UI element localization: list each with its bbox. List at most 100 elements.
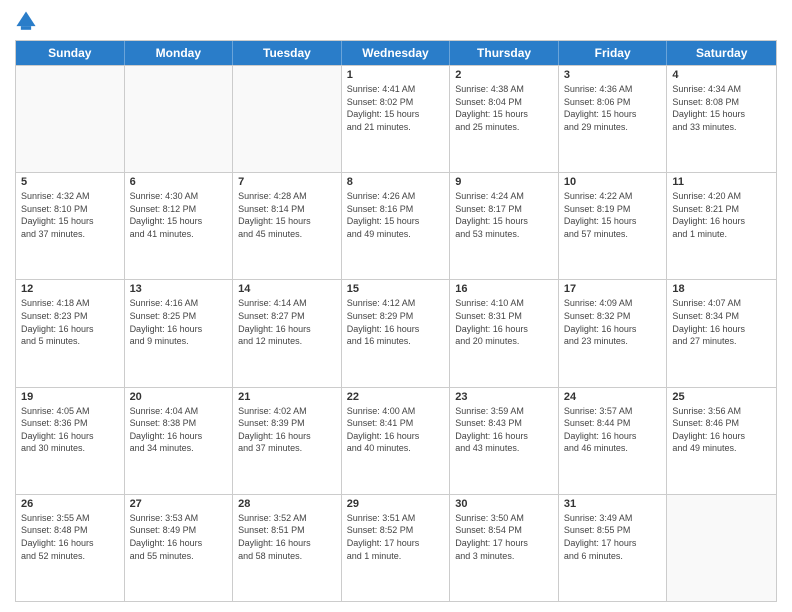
calendar-cell: 22 Sunrise: 4:00 AM Sunset: 8:41 PM Dayli… <box>342 388 451 494</box>
calendar-cell: 3 Sunrise: 4:36 AM Sunset: 8:06 PM Daylig… <box>559 66 668 172</box>
calendar-cell: 11 Sunrise: 4:20 AM Sunset: 8:21 PM Dayli… <box>667 173 776 279</box>
day-info: Sunrise: 4:34 AM Sunset: 8:08 PM Dayligh… <box>672 83 771 133</box>
day-info: Sunrise: 4:36 AM Sunset: 8:06 PM Dayligh… <box>564 83 662 133</box>
calendar-cell: 6Sunrise: 4:30 AM Sunset: 8:12 PM Daylig… <box>125 173 234 279</box>
day-number: 15 <box>347 283 445 295</box>
calendar-cell: 26Sunrise: 3:55 AM Sunset: 8:48 PM Dayli… <box>16 495 125 601</box>
calendar-row-4: 19 Sunrise: 4:05 AM Sunset: 8:36 PM Dayli… <box>16 387 776 494</box>
calendar-cell: 31 Sunrise: 3:49 AM Sunset: 8:55 PM Dayli… <box>559 495 668 601</box>
header-cell-sunday: Sunday <box>16 41 125 65</box>
day-info: Sunrise: 4:28 AM Sunset: 8:14 PM Dayligh… <box>238 190 336 240</box>
calendar-row-1: 1 Sunrise: 4:41 AM Sunset: 8:02 PM Daylig… <box>16 65 776 172</box>
calendar-cell <box>233 66 342 172</box>
day-info: Sunrise: 4:18 AM Sunset: 8:23 PM Dayligh… <box>21 297 119 347</box>
day-info: Sunrise: 4:16 AM Sunset: 8:25 PM Dayligh… <box>130 297 228 347</box>
day-number: 11 <box>672 176 771 188</box>
header-cell-saturday: Saturday <box>667 41 776 65</box>
calendar-cell: 2 Sunrise: 4:38 AM Sunset: 8:04 PM Daylig… <box>450 66 559 172</box>
calendar-cell: 27 Sunrise: 3:53 AM Sunset: 8:49 PM Dayli… <box>125 495 234 601</box>
day-number: 22 <box>347 391 445 403</box>
day-number: 31 <box>564 498 662 510</box>
day-number: 30 <box>455 498 553 510</box>
day-number: 20 <box>130 391 228 403</box>
day-number: 9 <box>455 176 553 188</box>
day-info: Sunrise: 4:41 AM Sunset: 8:02 PM Dayligh… <box>347 83 445 133</box>
day-number: 14 <box>238 283 336 295</box>
calendar-cell: 23 Sunrise: 3:59 AM Sunset: 8:43 PM Dayli… <box>450 388 559 494</box>
day-number: 19 <box>21 391 119 403</box>
header-cell-thursday: Thursday <box>450 41 559 65</box>
calendar-row-3: 12Sunrise: 4:18 AM Sunset: 8:23 PM Dayli… <box>16 279 776 386</box>
day-info: Sunrise: 4:04 AM Sunset: 8:38 PM Dayligh… <box>130 405 228 455</box>
calendar-cell: 30 Sunrise: 3:50 AM Sunset: 8:54 PM Dayli… <box>450 495 559 601</box>
calendar-cell: 7 Sunrise: 4:28 AM Sunset: 8:14 PM Daylig… <box>233 173 342 279</box>
calendar-cell: 25 Sunrise: 3:56 AM Sunset: 8:46 PM Dayli… <box>667 388 776 494</box>
header-cell-tuesday: Tuesday <box>233 41 342 65</box>
calendar-cell: 8 Sunrise: 4:26 AM Sunset: 8:16 PM Daylig… <box>342 173 451 279</box>
day-info: Sunrise: 4:02 AM Sunset: 8:39 PM Dayligh… <box>238 405 336 455</box>
calendar-cell: 1 Sunrise: 4:41 AM Sunset: 8:02 PM Daylig… <box>342 66 451 172</box>
day-info: Sunrise: 3:53 AM Sunset: 8:49 PM Dayligh… <box>130 512 228 562</box>
header-cell-monday: Monday <box>125 41 234 65</box>
calendar-cell: 5 Sunrise: 4:32 AM Sunset: 8:10 PM Daylig… <box>16 173 125 279</box>
day-number: 24 <box>564 391 662 403</box>
calendar-cell: 28Sunrise: 3:52 AM Sunset: 8:51 PM Dayli… <box>233 495 342 601</box>
day-number: 1 <box>347 69 445 81</box>
calendar-cell: 17Sunrise: 4:09 AM Sunset: 8:32 PM Dayli… <box>559 280 668 386</box>
header <box>15 10 777 32</box>
calendar-cell: 10Sunrise: 4:22 AM Sunset: 8:19 PM Dayli… <box>559 173 668 279</box>
calendar-page: SundayMondayTuesdayWednesdayThursdayFrid… <box>0 0 792 612</box>
day-number: 21 <box>238 391 336 403</box>
header-cell-wednesday: Wednesday <box>342 41 451 65</box>
calendar-cell: 16 Sunrise: 4:10 AM Sunset: 8:31 PM Dayli… <box>450 280 559 386</box>
day-number: 27 <box>130 498 228 510</box>
day-info: Sunrise: 4:07 AM Sunset: 8:34 PM Dayligh… <box>672 297 771 347</box>
day-info: Sunrise: 3:52 AM Sunset: 8:51 PM Dayligh… <box>238 512 336 562</box>
day-info: Sunrise: 4:26 AM Sunset: 8:16 PM Dayligh… <box>347 190 445 240</box>
calendar-cell: 13Sunrise: 4:16 AM Sunset: 8:25 PM Dayli… <box>125 280 234 386</box>
day-info: Sunrise: 3:59 AM Sunset: 8:43 PM Dayligh… <box>455 405 553 455</box>
calendar-cell: 14 Sunrise: 4:14 AM Sunset: 8:27 PM Dayli… <box>233 280 342 386</box>
day-info: Sunrise: 4:00 AM Sunset: 8:41 PM Dayligh… <box>347 405 445 455</box>
calendar: SundayMondayTuesdayWednesdayThursdayFrid… <box>15 40 777 602</box>
day-info: Sunrise: 3:49 AM Sunset: 8:55 PM Dayligh… <box>564 512 662 562</box>
logo-icon <box>15 10 37 32</box>
day-info: Sunrise: 4:32 AM Sunset: 8:10 PM Dayligh… <box>21 190 119 240</box>
day-info: Sunrise: 4:30 AM Sunset: 8:12 PM Dayligh… <box>130 190 228 240</box>
day-number: 18 <box>672 283 771 295</box>
day-number: 2 <box>455 69 553 81</box>
day-info: Sunrise: 4:20 AM Sunset: 8:21 PM Dayligh… <box>672 190 771 240</box>
calendar-cell: 21 Sunrise: 4:02 AM Sunset: 8:39 PM Dayli… <box>233 388 342 494</box>
day-number: 8 <box>347 176 445 188</box>
day-number: 16 <box>455 283 553 295</box>
calendar-cell: 4 Sunrise: 4:34 AM Sunset: 8:08 PM Daylig… <box>667 66 776 172</box>
day-info: Sunrise: 3:57 AM Sunset: 8:44 PM Dayligh… <box>564 405 662 455</box>
calendar-row-5: 26Sunrise: 3:55 AM Sunset: 8:48 PM Dayli… <box>16 494 776 601</box>
calendar-body: 1 Sunrise: 4:41 AM Sunset: 8:02 PM Daylig… <box>16 65 776 601</box>
day-number: 17 <box>564 283 662 295</box>
day-info: Sunrise: 4:05 AM Sunset: 8:36 PM Dayligh… <box>21 405 119 455</box>
calendar-cell: 18 Sunrise: 4:07 AM Sunset: 8:34 PM Dayli… <box>667 280 776 386</box>
day-info: Sunrise: 3:56 AM Sunset: 8:46 PM Dayligh… <box>672 405 771 455</box>
day-info: Sunrise: 3:50 AM Sunset: 8:54 PM Dayligh… <box>455 512 553 562</box>
day-number: 25 <box>672 391 771 403</box>
day-number: 3 <box>564 69 662 81</box>
day-info: Sunrise: 4:14 AM Sunset: 8:27 PM Dayligh… <box>238 297 336 347</box>
calendar-cell: 9 Sunrise: 4:24 AM Sunset: 8:17 PM Daylig… <box>450 173 559 279</box>
day-info: Sunrise: 3:55 AM Sunset: 8:48 PM Dayligh… <box>21 512 119 562</box>
day-info: Sunrise: 4:24 AM Sunset: 8:17 PM Dayligh… <box>455 190 553 240</box>
calendar-row-2: 5 Sunrise: 4:32 AM Sunset: 8:10 PM Daylig… <box>16 172 776 279</box>
day-info: Sunrise: 4:12 AM Sunset: 8:29 PM Dayligh… <box>347 297 445 347</box>
calendar-cell <box>125 66 234 172</box>
day-number: 4 <box>672 69 771 81</box>
day-info: Sunrise: 3:51 AM Sunset: 8:52 PM Dayligh… <box>347 512 445 562</box>
day-number: 23 <box>455 391 553 403</box>
day-number: 7 <box>238 176 336 188</box>
day-info: Sunrise: 4:22 AM Sunset: 8:19 PM Dayligh… <box>564 190 662 240</box>
day-info: Sunrise: 4:38 AM Sunset: 8:04 PM Dayligh… <box>455 83 553 133</box>
calendar-cell: 20 Sunrise: 4:04 AM Sunset: 8:38 PM Dayli… <box>125 388 234 494</box>
day-info: Sunrise: 4:10 AM Sunset: 8:31 PM Dayligh… <box>455 297 553 347</box>
calendar-header: SundayMondayTuesdayWednesdayThursdayFrid… <box>16 41 776 65</box>
day-number: 29 <box>347 498 445 510</box>
day-number: 5 <box>21 176 119 188</box>
